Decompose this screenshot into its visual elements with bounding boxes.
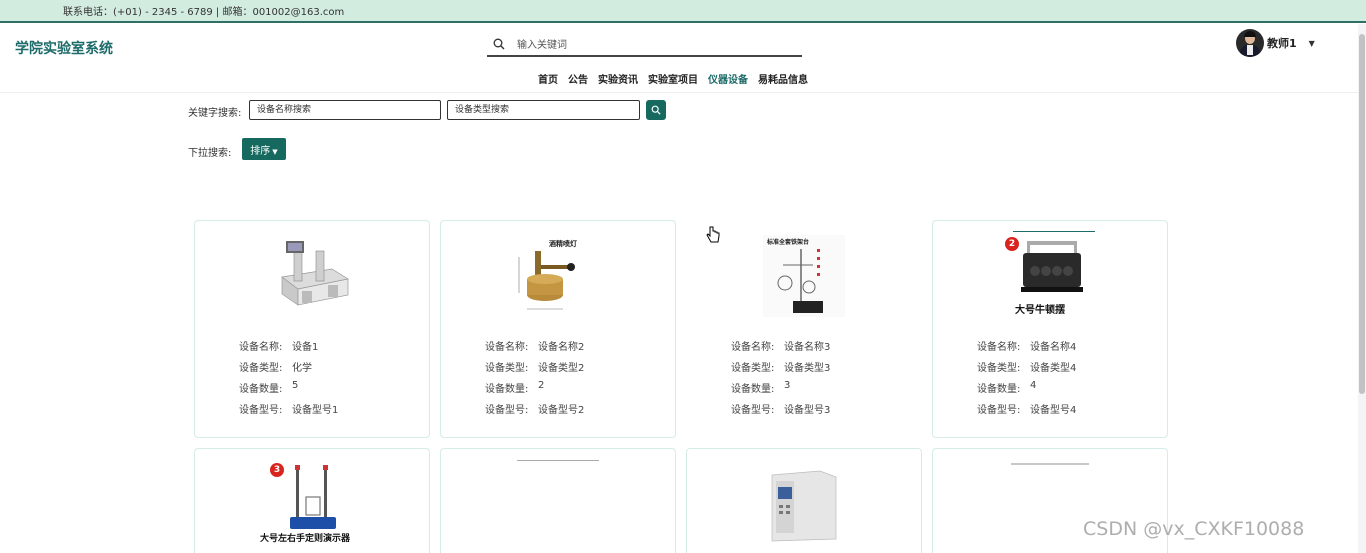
caret-down-icon: ▼ (272, 147, 278, 156)
field-label: 设备名称: (731, 342, 775, 353)
device-type: 化学 (292, 363, 312, 374)
keyword-search-label: 关键字搜索: (188, 108, 242, 119)
field-label: 设备类型: (239, 363, 283, 374)
device-info: 设备名称: 设备1 设备类型: 化学 设备数量: 5 设备型号: 设备型号1 (239, 338, 338, 422)
device-type: 设备类型2 (538, 363, 585, 374)
global-search-input[interactable] (517, 36, 787, 54)
nav-lab-projects[interactable]: 实验室项目 (648, 71, 698, 86)
device-name: 设备名称3 (784, 342, 831, 353)
field-label: 设备数量: (977, 384, 1021, 395)
field-label: 设备型号: (977, 405, 1021, 416)
global-search (487, 35, 802, 57)
device-name: 设备1 (292, 342, 319, 353)
device-info: 设备名称: 设备名称2 设备类型: 设备类型2 设备数量: 2 设备型号: 设备型号2 (485, 338, 584, 422)
nav-notice[interactable]: 公告 (568, 71, 588, 86)
image-caption: 大号牛顿摆 (1015, 305, 1065, 316)
device-card-7[interactable] (686, 448, 922, 553)
device-name-search-input[interactable] (249, 100, 441, 120)
search-icon (651, 105, 661, 115)
device-model: 设备型号2 (538, 405, 585, 416)
contact-info: 联系电话：(+01) - 2345 - 6789 | 邮箱：001002@163… (63, 7, 345, 18)
field-label: 设备类型: (731, 363, 775, 374)
iron-stand-icon (777, 249, 823, 313)
field-label: 设备名称: (977, 342, 1021, 353)
field-label: 设备型号: (731, 405, 775, 416)
caret-down-icon[interactable]: ▼ (1309, 39, 1315, 48)
device-type: 设备类型4 (1030, 363, 1077, 374)
field-label: 设备型号: (485, 405, 529, 416)
field-label: 设备数量: (239, 384, 283, 395)
contact-bar: 联系电话：(+01) - 2345 - 6789 | 邮箱：001002@163… (0, 0, 1366, 23)
nav-equipment[interactable]: 仪器设备 (708, 71, 748, 86)
device-name: 设备名称2 (538, 342, 585, 353)
device-model: 设备型号4 (1030, 405, 1077, 416)
device-card-3[interactable]: 标准全套铁架台 设备名称: 设备名称3 设备类型: 设备类型3 设备数量: 3 设备型… (686, 220, 922, 438)
device-count: 2 (538, 380, 545, 391)
device-type-search-input[interactable] (447, 100, 640, 120)
device-name: 设备名称4 (1030, 342, 1077, 353)
device-count: 3 (784, 380, 791, 391)
scrollbar[interactable] (1358, 24, 1366, 553)
nav-consumables[interactable]: 易耗品信息 (758, 71, 808, 86)
device-model: 设备型号3 (784, 405, 831, 416)
sort-label: 排序 (250, 145, 271, 157)
user-menu[interactable]: 教师1 ▼ (1236, 28, 1315, 58)
user-name[interactable]: 教师1 (1267, 35, 1297, 51)
field-label: 设备名称: (239, 342, 283, 353)
device-image: 酒精喷灯 (513, 237, 603, 317)
filter-search-button[interactable] (646, 100, 666, 120)
watermark: CSDN @vx_CXKF10088 (1083, 518, 1305, 540)
instrument-box-icon (771, 470, 837, 542)
hand-cursor-icon (706, 226, 720, 243)
image-edge (517, 460, 599, 461)
device-model: 设备型号1 (292, 405, 339, 416)
field-label: 设备名称: (485, 342, 529, 353)
device-card-2[interactable]: 酒精喷灯 设备名称: 设备名称2 设备类型: 设备类型2 设备数量: 2 设备型号: 设… (440, 220, 676, 438)
field-label: 设备数量: (485, 384, 529, 395)
device-info: 设备名称: 设备名称3 设备类型: 设备类型3 设备数量: 3 设备型号: 设备型号3 (731, 338, 830, 422)
device-card-4[interactable]: 2 大号牛顿摆 设备名称: 设备名称4 设备类型: 设备类型4 设备数量: 4 设备型… (932, 220, 1168, 438)
field-label: 设备数量: (731, 384, 775, 395)
device-card-6[interactable] (440, 448, 676, 553)
device-image: 3 大号左右手定则演示器 (260, 461, 362, 545)
avatar[interactable] (1236, 29, 1264, 57)
alcohol-lamp-icon (518, 251, 575, 310)
device-card-5[interactable]: 3 大号左右手定则演示器 (194, 448, 430, 553)
device-count: 5 (292, 380, 299, 391)
scrollbar-thumb[interactable] (1359, 34, 1365, 394)
device-image: 标准全套铁架台 (763, 235, 845, 317)
dropdown-search-label: 下拉搜索: (188, 148, 232, 159)
device-info: 设备名称: 设备名称4 设备类型: 设备类型4 设备数量: 4 设备型号: 设备型号4 (977, 338, 1076, 422)
device-count: 4 (1030, 380, 1037, 391)
search-icon[interactable] (493, 38, 505, 50)
nav-news[interactable]: 实验资讯 (598, 71, 638, 86)
image-edge (1011, 463, 1089, 465)
image-caption: 大号左右手定则演示器 (260, 534, 351, 544)
field-label: 设备类型: (485, 363, 529, 374)
device-image (281, 241, 349, 306)
main-nav: 首页 公告 实验资讯 实验室项目 仪器设备 易耗品信息 (538, 71, 808, 86)
sort-dropdown-button[interactable]: 排序 ▼ (242, 138, 286, 160)
field-label: 设备类型: (977, 363, 1021, 374)
field-label: 设备型号: (239, 405, 283, 416)
site-header: 学院实验室系统 教师1 ▼ 首页 公告 实验资讯 实验室项目 仪器设备 易耗品信… (0, 25, 1366, 93)
device-card-1[interactable]: 设备名称: 设备1 设备类型: 化学 设备数量: 5 设备型号: 设备型号1 (194, 220, 430, 438)
nav-home[interactable]: 首页 (538, 71, 558, 86)
device-image: 2 大号牛顿摆 (1005, 231, 1095, 317)
device-type: 设备类型3 (784, 363, 831, 374)
site-title[interactable]: 学院实验室系统 (15, 38, 113, 58)
